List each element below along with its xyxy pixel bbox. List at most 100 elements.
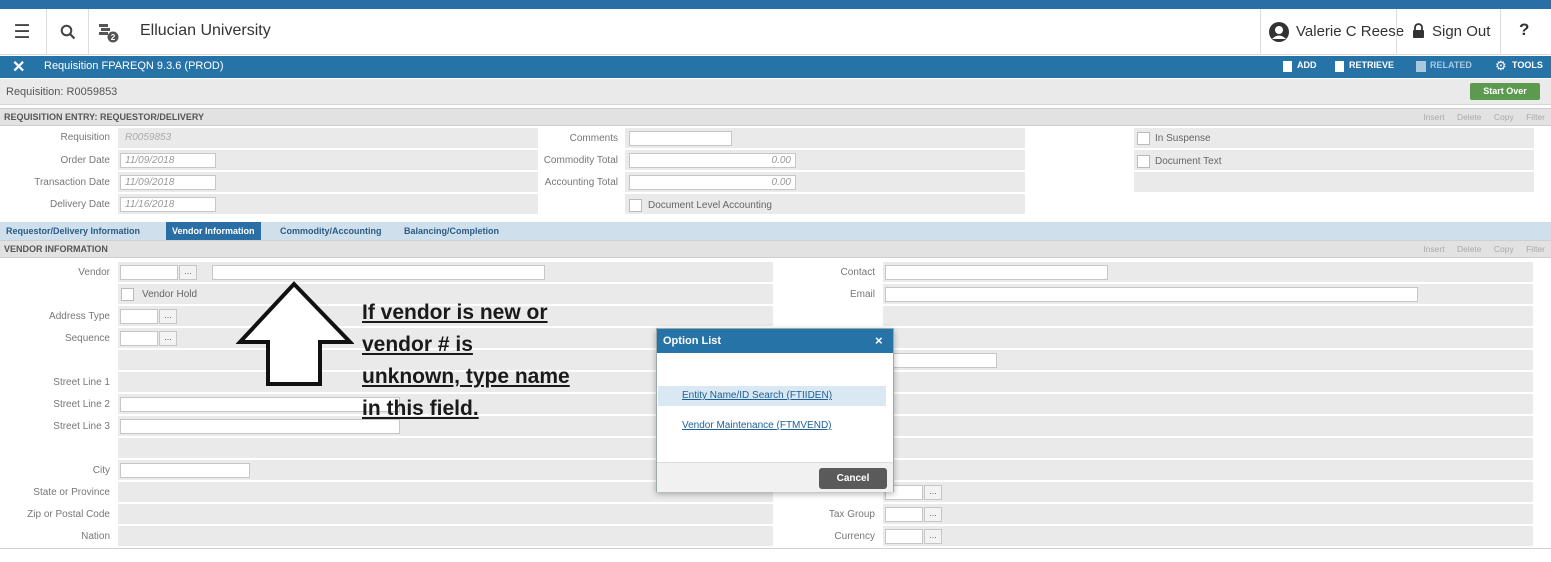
sequence-field[interactable] — [120, 331, 158, 346]
tab-balancing-completion[interactable]: Balancing/Completion — [398, 222, 505, 240]
lock-icon — [1412, 23, 1425, 43]
row-bg — [883, 438, 1533, 458]
copy-button[interactable]: Copy — [1494, 112, 1514, 122]
section-title: REQUISITION ENTRY: REQUESTOR/DELIVERY — [4, 112, 205, 122]
vendor-label: Vendor — [78, 267, 110, 278]
accounting-total-field: 0.00 — [629, 175, 796, 190]
row-bg — [883, 460, 1533, 480]
retrieve-button[interactable]: RETRIEVE — [1349, 60, 1394, 70]
notification-count: 2 — [111, 33, 116, 42]
contact-field[interactable] — [885, 265, 1108, 280]
nation-label: Nation — [81, 531, 110, 542]
vendor-id-field[interactable] — [120, 265, 178, 280]
vendor-lookup-button[interactable]: ... — [179, 265, 197, 280]
user-name[interactable]: Valerie C Reese — [1296, 23, 1404, 40]
street-line-3-field[interactable] — [120, 419, 400, 434]
email-label: Email — [849, 289, 875, 300]
address-type-label: Address Type — [49, 311, 110, 322]
sign-out-link[interactable]: Sign Out — [1432, 23, 1490, 40]
address-type-lookup-button[interactable]: ... — [159, 309, 177, 324]
row-bg — [883, 306, 1533, 326]
vendor-name-field[interactable] — [212, 265, 545, 280]
tools-button[interactable]: TOOLS — [1512, 60, 1543, 70]
section-toolbar: Insert Delete Copy Filter — [1413, 112, 1545, 122]
row-bg — [1134, 172, 1534, 192]
tax-group-field[interactable] — [885, 507, 923, 522]
divider — [1500, 9, 1501, 55]
user-avatar-icon[interactable] — [1268, 21, 1290, 48]
help-icon[interactable]: ? — [1519, 20, 1529, 40]
vendor-hold-checkbox[interactable] — [121, 288, 134, 301]
requisition-value: R0059853 — [125, 132, 172, 143]
search-icon[interactable] — [56, 20, 80, 44]
option-entity-name-search[interactable]: Entity Name/ID Search (FTIIDEN) — [658, 386, 886, 406]
currency-lookup-button[interactable]: ... — [924, 529, 942, 544]
tab-commodity-accounting[interactable]: Commodity/Accounting — [274, 222, 388, 240]
in-suspense-label: In Suspense — [1155, 133, 1211, 144]
transaction-date-field[interactable]: 11/09/2018 — [120, 175, 216, 190]
divider — [88, 9, 89, 55]
dialog-header: Option List × — [657, 329, 893, 353]
comments-field[interactable] — [629, 131, 732, 146]
tax-group-lookup-button[interactable]: ... — [924, 507, 942, 522]
filter-button[interactable]: Filter — [1526, 244, 1545, 254]
state-label: State or Province — [33, 487, 110, 498]
order-date-field[interactable]: 11/09/2018 — [120, 153, 216, 168]
divider — [1260, 9, 1261, 55]
close-icon[interactable]: × — [875, 333, 883, 348]
gear-icon: ⚙ — [1495, 58, 1507, 73]
address-type-field[interactable] — [120, 309, 158, 324]
row-bg — [118, 504, 773, 524]
close-form-icon[interactable]: ✕ — [12, 57, 25, 77]
delivery-date-field[interactable]: 11/16/2018 — [120, 197, 216, 212]
state-lookup-button[interactable]: ... — [924, 485, 942, 500]
row-bg — [883, 416, 1533, 436]
zip-label: Zip or Postal Code — [27, 509, 110, 520]
commodity-total-field: 0.00 — [629, 153, 796, 168]
option-vendor-maintenance[interactable]: Vendor Maintenance (FTMVEND) — [658, 416, 886, 436]
row-bg — [118, 526, 773, 546]
tab-bar: Requestor/Delivery Information Vendor In… — [0, 222, 1551, 240]
related-button[interactable]: RELATED — [1430, 60, 1472, 70]
divider — [1396, 9, 1397, 55]
tab-vendor-information[interactable]: Vendor Information — [166, 222, 261, 240]
delete-button[interactable]: Delete — [1457, 244, 1482, 254]
contact-extra-field[interactable] — [885, 353, 997, 368]
row-bg — [883, 394, 1533, 414]
divider — [0, 548, 1551, 549]
section-toolbar: Insert Delete Copy Filter — [1413, 244, 1545, 254]
requisition-label: Requisition — [60, 132, 110, 143]
annotation-callout: If vendor is new or vendor # is unknown,… — [362, 301, 570, 420]
start-over-button[interactable]: Start Over — [1470, 83, 1540, 100]
copy-button[interactable]: Copy — [1494, 244, 1514, 254]
add-button[interactable]: ADD — [1297, 60, 1317, 70]
recent-items-icon[interactable]: 2 — [96, 20, 120, 44]
street-line-2-field[interactable] — [120, 397, 400, 412]
city-label: City — [92, 465, 110, 476]
order-date-label: Order Date — [60, 155, 110, 166]
row-bg — [883, 526, 1533, 546]
city-field[interactable] — [120, 463, 250, 478]
sequence-lookup-button[interactable]: ... — [159, 331, 177, 346]
insert-button[interactable]: Insert — [1423, 244, 1444, 254]
tab-requestor-delivery[interactable]: Requestor/Delivery Information — [0, 222, 146, 240]
tax-group-label: Tax Group — [828, 509, 875, 520]
email-field[interactable] — [885, 287, 1418, 302]
street-line-1-label: Street Line 1 — [53, 377, 110, 388]
document-text-label: Document Text — [1155, 156, 1222, 167]
document-text-checkbox[interactable] — [1137, 155, 1150, 168]
menu-icon[interactable]: ☰ — [10, 20, 34, 44]
currency-field[interactable] — [885, 529, 923, 544]
row-bg — [883, 328, 1533, 348]
street-line-2-label: Street Line 2 — [53, 399, 110, 410]
insert-button[interactable]: Insert — [1423, 112, 1444, 122]
option-list-dialog: Option List × Entity Name/ID Search (FTI… — [656, 328, 894, 492]
filter-button[interactable]: Filter — [1526, 112, 1545, 122]
delete-button[interactable]: Delete — [1457, 112, 1482, 122]
cancel-button[interactable]: Cancel — [819, 468, 887, 489]
doc-level-accounting-checkbox[interactable] — [629, 199, 642, 212]
key-block: Requisition: R0059853 Start Over — [0, 79, 1551, 105]
in-suspense-checkbox[interactable] — [1137, 132, 1150, 145]
street-line-3-label: Street Line 3 — [53, 421, 110, 432]
divider — [46, 9, 47, 55]
